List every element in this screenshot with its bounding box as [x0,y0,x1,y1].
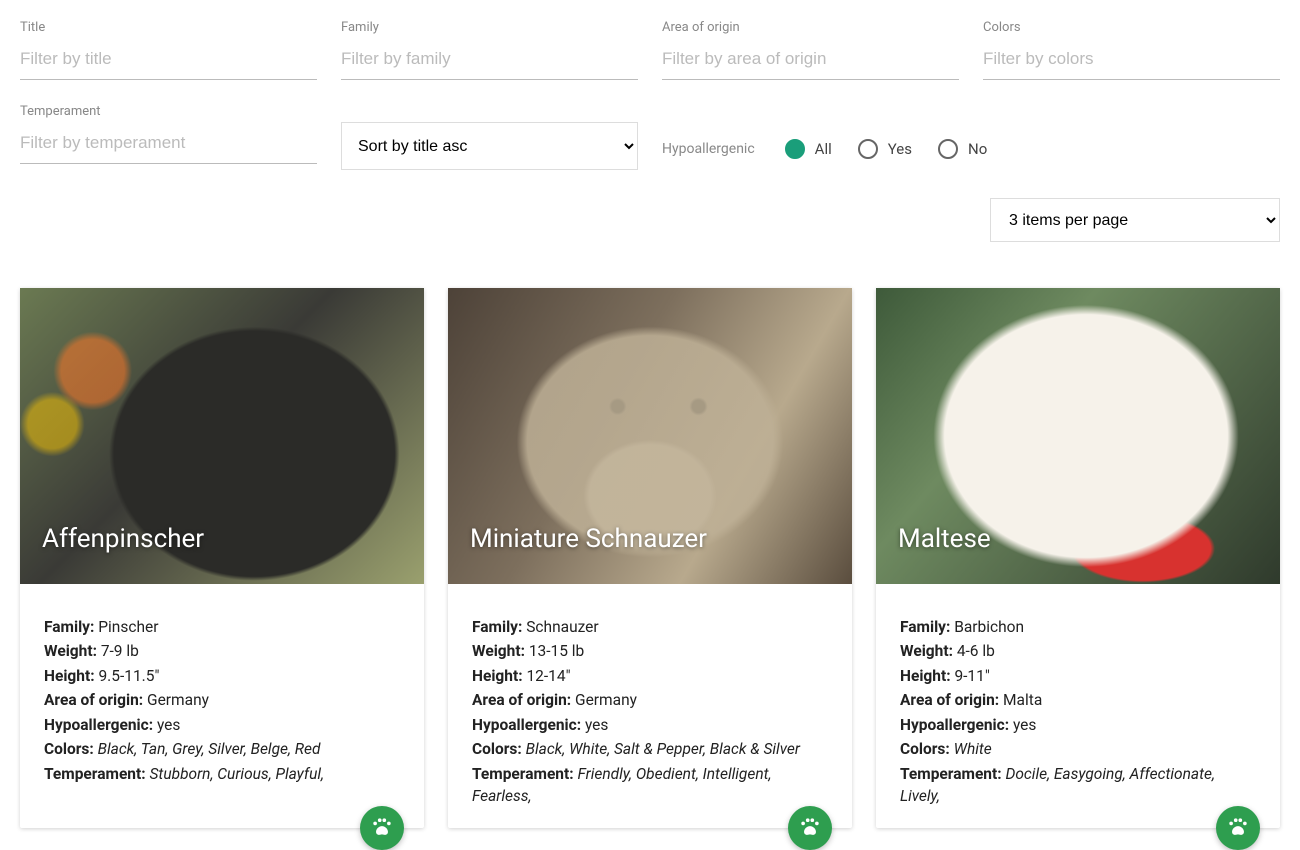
hypo-option-yes-label: Yes [888,140,912,158]
paw-badge[interactable] [360,806,404,850]
hypo-option-no-label: No [968,140,987,158]
filter-title-label: Title [20,20,317,35]
sort-select[interactable]: Sort by title asc [341,122,638,170]
filter-family: Family [341,20,638,80]
dog-title: Maltese [898,524,991,554]
dog-specs: Family: Barbichon Weight: 4-6 lb Height:… [876,584,1280,828]
perpage-select[interactable]: 3 items per page [990,198,1280,242]
paw-icon [1227,817,1249,839]
dog-card[interactable]: Miniature Schnauzer Family: Schnauzer We… [448,288,852,828]
card-grid: Affenpinscher Family: Pinscher Weight: 7… [20,288,1280,828]
filter-area: Area of origin [662,20,959,80]
hypo-option-yes[interactable]: Yes [858,139,912,159]
perpage-row: 3 items per page [20,198,1280,242]
radio-icon [858,139,878,159]
paw-icon [799,817,821,839]
hypo-option-all[interactable]: All [785,139,832,159]
sort-field: Sort by title asc [341,104,638,170]
dog-title: Miniature Schnauzer [470,524,707,554]
filter-family-label: Family [341,20,638,35]
filter-title-input[interactable] [20,41,317,80]
paw-badge[interactable] [788,806,832,850]
hypo-radio-group: Hypoallergenic All Yes No [662,128,1280,170]
dog-image: Affenpinscher [20,288,424,584]
filter-area-label: Area of origin [662,20,959,35]
dog-card[interactable]: Maltese Family: Barbichon Weight: 4-6 lb… [876,288,1280,828]
radio-icon [785,139,805,159]
hypo-option-all-label: All [815,140,832,158]
paw-icon [371,817,393,839]
filter-colors-label: Colors [983,20,1280,35]
filter-family-input[interactable] [341,41,638,80]
paw-badge[interactable] [1216,806,1260,850]
filter-colors: Colors [983,20,1280,80]
filter-grid: Title Family Area of origin Colors Tempe… [20,20,1280,170]
dog-image: Maltese [876,288,1280,584]
filter-title: Title [20,20,317,80]
dog-card[interactable]: Affenpinscher Family: Pinscher Weight: 7… [20,288,424,828]
hypo-option-no[interactable]: No [938,139,987,159]
radio-icon [938,139,958,159]
filter-area-input[interactable] [662,41,959,80]
filter-temperament-label: Temperament [20,104,317,119]
dog-specs: Family: Schnauzer Weight: 13-15 lb Heigh… [448,584,852,828]
dog-specs: Family: Pinscher Weight: 7-9 lb Height: … [20,584,424,805]
dog-title: Affenpinscher [42,524,204,554]
hypo-label: Hypoallergenic [662,141,755,157]
filter-temperament: Temperament [20,104,317,170]
filter-temperament-input[interactable] [20,125,317,164]
dog-image: Miniature Schnauzer [448,288,852,584]
filter-colors-input[interactable] [983,41,1280,80]
